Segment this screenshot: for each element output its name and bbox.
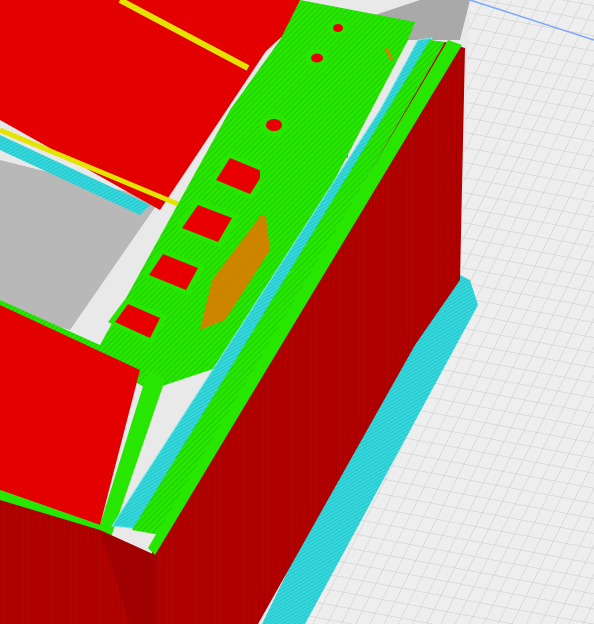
round-pillar-1 <box>260 114 288 215</box>
round-pillar-3 <box>328 20 348 158</box>
round-pillar-2 <box>305 49 329 186</box>
3d-model-viewport[interactable] <box>0 0 594 624</box>
